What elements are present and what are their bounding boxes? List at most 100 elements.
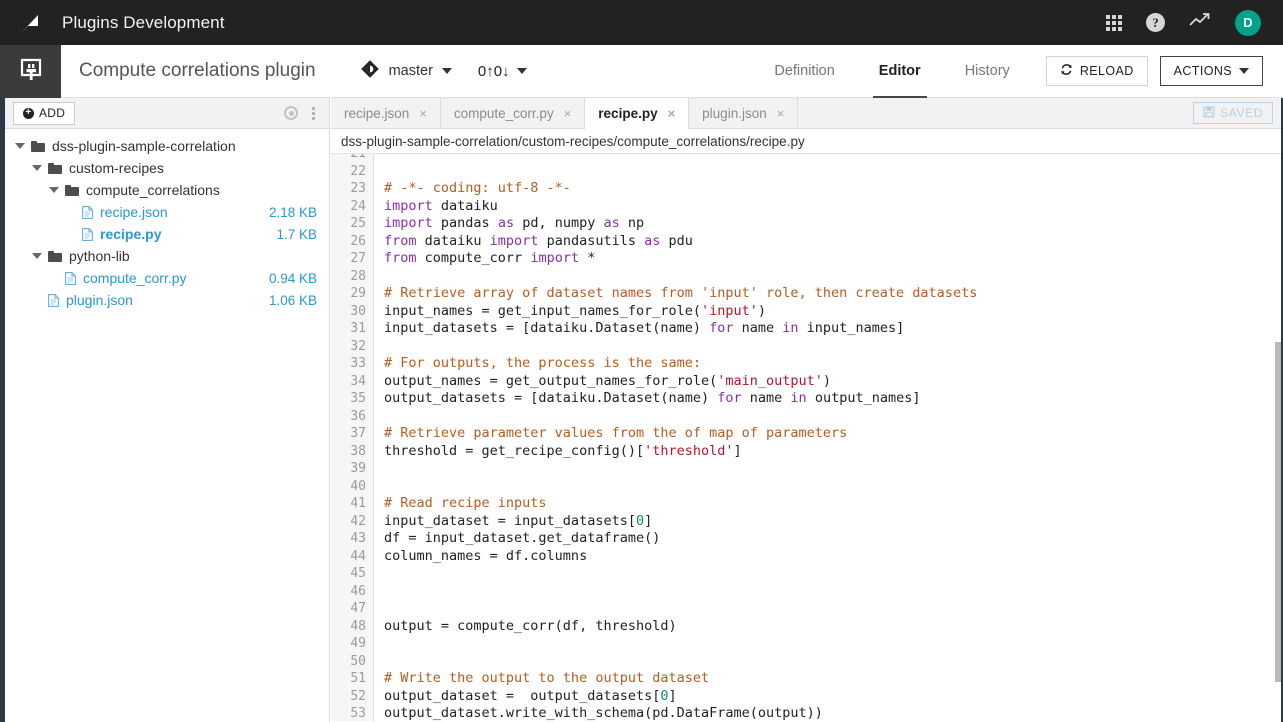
top-bar-actions: ? D [1106, 9, 1283, 36]
code-line[interactable]: threshold = get_recipe_config()['thresho… [384, 443, 1283, 461]
chevron-down-icon[interactable] [32, 165, 42, 171]
plugin-header-bar: Compute correlations plugin master 0↑0↓ … [0, 44, 1283, 98]
git-branch-selector[interactable]: master [360, 59, 452, 83]
line-number: 53 [350, 706, 366, 721]
tree-item-label: custom-recipes [69, 160, 164, 176]
tree-folder-row[interactable]: python-lib [5, 245, 329, 267]
code-line[interactable]: output_names = get_output_names_for_role… [384, 373, 1283, 391]
code-line[interactable] [384, 600, 1283, 618]
code-line[interactable]: # For outputs, the process is the same: [384, 355, 1283, 373]
code-line[interactable]: input_datasets = [dataiku.Dataset(name) … [384, 320, 1283, 338]
file-tab-label: recipe.json [344, 105, 410, 121]
user-avatar[interactable]: D [1235, 9, 1261, 36]
push-pull-status[interactable]: 0↑0↓ [478, 63, 527, 80]
code-line[interactable]: from compute_corr import * [384, 250, 1283, 268]
line-number: 42 [350, 513, 366, 529]
code-line[interactable] [384, 635, 1283, 653]
code-line[interactable]: # -*- coding: utf-8 -*- [384, 180, 1283, 198]
tree-file-row[interactable]: recipe.json 2.18 KB [5, 201, 329, 223]
code-line[interactable]: # Retrieve array of dataset names from '… [384, 285, 1283, 303]
code-line[interactable]: output_dataset.write_with_schema(pd.Data… [384, 705, 1283, 721]
chevron-down-icon[interactable] [32, 253, 42, 259]
code-line[interactable] [384, 408, 1283, 426]
tree-folder-row[interactable]: compute_correlations [5, 179, 329, 201]
file-size: 0.94 KB [268, 270, 317, 286]
tab-definition[interactable]: Definition [752, 45, 856, 98]
code-line[interactable]: input_dataset = input_datasets[0] [384, 513, 1283, 531]
line-number: 21 [331, 154, 366, 163]
tree-item-label: plugin.json [66, 292, 133, 308]
chevron-down-icon[interactable] [15, 143, 25, 149]
line-number: 38 [350, 443, 366, 459]
close-icon[interactable]: × [777, 106, 785, 121]
tab-editor[interactable]: Editor [857, 45, 943, 98]
line-number: 32 [350, 338, 366, 354]
code-line[interactable] [384, 583, 1283, 601]
folder-icon [65, 184, 79, 196]
code-line[interactable] [384, 478, 1283, 496]
file-tab[interactable]: compute_corr.py × [440, 98, 586, 128]
tree-folder-row[interactable]: dss-plugin-sample-correlation [5, 135, 329, 157]
file-tab-bar: recipe.json × compute_corr.py × recipe.py × pl… [331, 98, 1283, 129]
code-line[interactable] [384, 460, 1283, 478]
chevron-down-icon[interactable] [49, 187, 59, 193]
code-line[interactable]: column_names = df.columns [384, 548, 1283, 566]
dataiku-bird-logo[interactable] [0, 0, 62, 45]
close-icon[interactable]: × [668, 106, 676, 121]
refresh-icon [1060, 63, 1073, 79]
code-line[interactable]: """""""""""""""""""""""""""""""""" [384, 154, 1283, 163]
help-icon[interactable]: ? [1146, 13, 1165, 32]
code-line[interactable] [384, 653, 1283, 671]
source-code[interactable]: """""""""""""""""""""""""""""""""" # -*-… [374, 154, 1283, 721]
tree-file-row[interactable]: compute_corr.py 0.94 KB [5, 267, 329, 289]
file-icon [82, 205, 93, 219]
file-tab[interactable]: plugin.json × [689, 98, 799, 128]
file-tab[interactable]: recipe.py × [585, 98, 690, 129]
code-line[interactable]: # Read recipe inputs [384, 495, 1283, 513]
line-number: 34 [350, 373, 366, 389]
file-tree-toolbar-right [284, 106, 329, 120]
tab-history[interactable]: History [943, 45, 1032, 98]
file-icon [48, 293, 59, 307]
line-number: 41 [350, 496, 366, 511]
code-line[interactable] [384, 163, 1283, 181]
tree-item-label: recipe.py [100, 226, 162, 242]
grid-apps-icon[interactable] [1106, 14, 1122, 31]
target-icon[interactable] [284, 106, 298, 120]
actions-label: ACTIONS [1173, 64, 1232, 78]
code-line[interactable]: output = compute_corr(df, threshold) [384, 618, 1283, 636]
code-line[interactable] [384, 268, 1283, 286]
more-vertical-icon[interactable] [312, 106, 315, 120]
file-tab[interactable]: recipe.json × [331, 98, 441, 128]
line-number-gutter: 2122 23 24 25 26 27 28 29 30 31 32 33 34 35 36 37 38 39 40… [331, 154, 374, 721]
code-line[interactable] [384, 338, 1283, 356]
file-tree: dss-plugin-sample-correlation custom-reci… [5, 129, 329, 311]
tree-file-row[interactable]: recipe.py 1.7 KB [5, 223, 329, 245]
code-line[interactable]: output_datasets = [dataiku.Dataset(name)… [384, 390, 1283, 408]
page-title: Plugins Development [62, 12, 225, 32]
line-number: 50 [350, 653, 366, 669]
reload-button[interactable]: RELOAD [1045, 56, 1148, 86]
trending-up-icon[interactable] [1189, 12, 1211, 33]
plugin-plug-icon [0, 44, 61, 98]
close-icon[interactable]: × [419, 106, 427, 121]
code-line[interactable]: # Write the output to the output dataset [384, 670, 1283, 688]
code-view[interactable]: 2122 23 24 25 26 27 28 29 30 31 32 33 34 35 36 37 38 39 40… [331, 154, 1283, 721]
code-line[interactable]: input_names = get_input_names_for_role('… [384, 303, 1283, 321]
close-icon[interactable]: × [564, 106, 572, 121]
tree-file-row[interactable]: plugin.json 1.06 KB [5, 289, 329, 311]
chevron-down-icon [441, 68, 452, 74]
actions-button[interactable]: ACTIONS [1159, 56, 1263, 86]
line-number: 23 [350, 181, 366, 196]
code-line[interactable] [384, 565, 1283, 583]
code-line[interactable]: from dataiku import pandasutils as pdu [384, 233, 1283, 251]
line-number: 43 [350, 531, 366, 546]
code-line[interactable]: import dataiku [384, 198, 1283, 216]
code-line[interactable]: output_dataset = output_datasets[0] [384, 688, 1283, 706]
code-line[interactable]: df = input_dataset.get_dataframe() [384, 530, 1283, 548]
code-line[interactable]: # Retrieve parameter values from the of … [384, 425, 1283, 443]
add-file-button[interactable]: + ADD [13, 101, 76, 125]
tree-folder-row[interactable]: custom-recipes [5, 157, 329, 179]
code-line[interactable]: import pandas as pd, numpy as np [384, 215, 1283, 233]
line-number: 24 [350, 198, 366, 214]
